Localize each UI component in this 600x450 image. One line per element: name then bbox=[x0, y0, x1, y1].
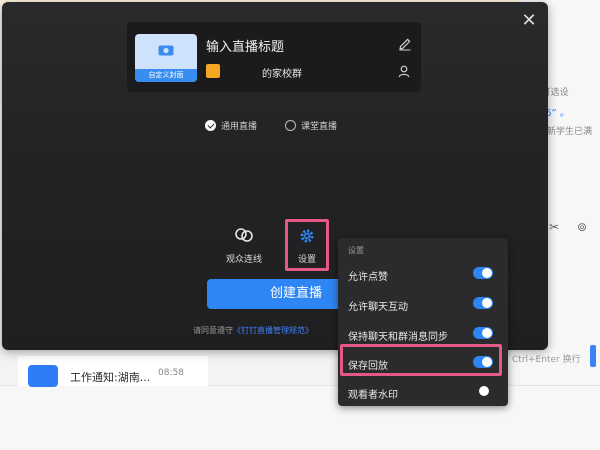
send-button-edge[interactable] bbox=[590, 345, 596, 367]
close-icon[interactable]: ✕ bbox=[520, 12, 538, 30]
person-select-icon[interactable] bbox=[398, 65, 411, 78]
agreement-prefix: 请同意遵守 bbox=[193, 326, 233, 335]
mode-class-label: 课堂直播 bbox=[301, 121, 338, 132]
group-avatar bbox=[206, 64, 220, 78]
radio-checked-icon bbox=[205, 119, 216, 131]
settings-button[interactable]: 设置 bbox=[285, 219, 329, 271]
agreement-text: 请同意遵守《钉钉直播管理规范》 bbox=[193, 325, 313, 336]
bottom-area bbox=[0, 385, 600, 450]
edit-pencil-icon[interactable] bbox=[398, 37, 412, 51]
audience-connect-button[interactable]: 观众连线 bbox=[224, 226, 264, 265]
work-notice-icon bbox=[28, 365, 58, 387]
setting-sync-chat[interactable]: 保持聊天和群消息同步 bbox=[348, 326, 498, 343]
setting-label: 保持聊天和群消息同步 bbox=[348, 332, 448, 343]
audience-connect-label: 观众连线 bbox=[225, 255, 262, 265]
radio-unchecked-icon bbox=[285, 119, 296, 131]
cover-label: 自定义封面 bbox=[135, 69, 197, 82]
setting-label: 允许聊天互动 bbox=[348, 302, 408, 313]
cover-upload[interactable]: 自定义封面 bbox=[135, 34, 197, 82]
mention-icon[interactable]: ⊚ bbox=[577, 220, 591, 234]
setting-allow-chat[interactable]: 允许聊天互动 bbox=[348, 296, 498, 313]
camera-icon bbox=[158, 45, 174, 56]
mode-class-radio[interactable]: 课堂直播 bbox=[285, 118, 337, 132]
mode-general-label: 通用直播 bbox=[221, 121, 258, 132]
setting-label: 观看者水印 bbox=[348, 390, 398, 401]
setting-label: 允许点赞 bbox=[348, 272, 388, 283]
settings-popup bbox=[338, 238, 508, 406]
settings-popup-title: 设置 bbox=[348, 246, 364, 255]
group-name: 的家校群 bbox=[262, 69, 302, 80]
shortcut-hint: Ctrl+Enter 换行 bbox=[512, 355, 581, 365]
save-replay-highlight-box bbox=[340, 344, 502, 376]
setting-allow-like[interactable]: 允许点赞 bbox=[348, 266, 498, 283]
live-title-input[interactable]: 输入直播标题 bbox=[206, 36, 284, 55]
settings-highlight-box bbox=[285, 219, 329, 271]
notice-time: 08:58 bbox=[158, 368, 184, 378]
notice-title: 工作通知:湖南... bbox=[70, 371, 151, 384]
toggle-switch[interactable] bbox=[473, 385, 493, 397]
setting-viewer-watermark[interactable]: 观看者水印 bbox=[348, 384, 498, 401]
toggle-switch[interactable] bbox=[473, 267, 493, 279]
agreement-link[interactable]: 《钉钉直播管理规范》 bbox=[233, 326, 313, 335]
mode-general-radio[interactable]: 通用直播 bbox=[205, 118, 257, 132]
toggle-switch[interactable] bbox=[473, 297, 493, 309]
toggle-switch[interactable] bbox=[473, 327, 493, 339]
link-icon bbox=[235, 228, 253, 242]
scissors-icon[interactable]: ✂ bbox=[549, 220, 563, 234]
